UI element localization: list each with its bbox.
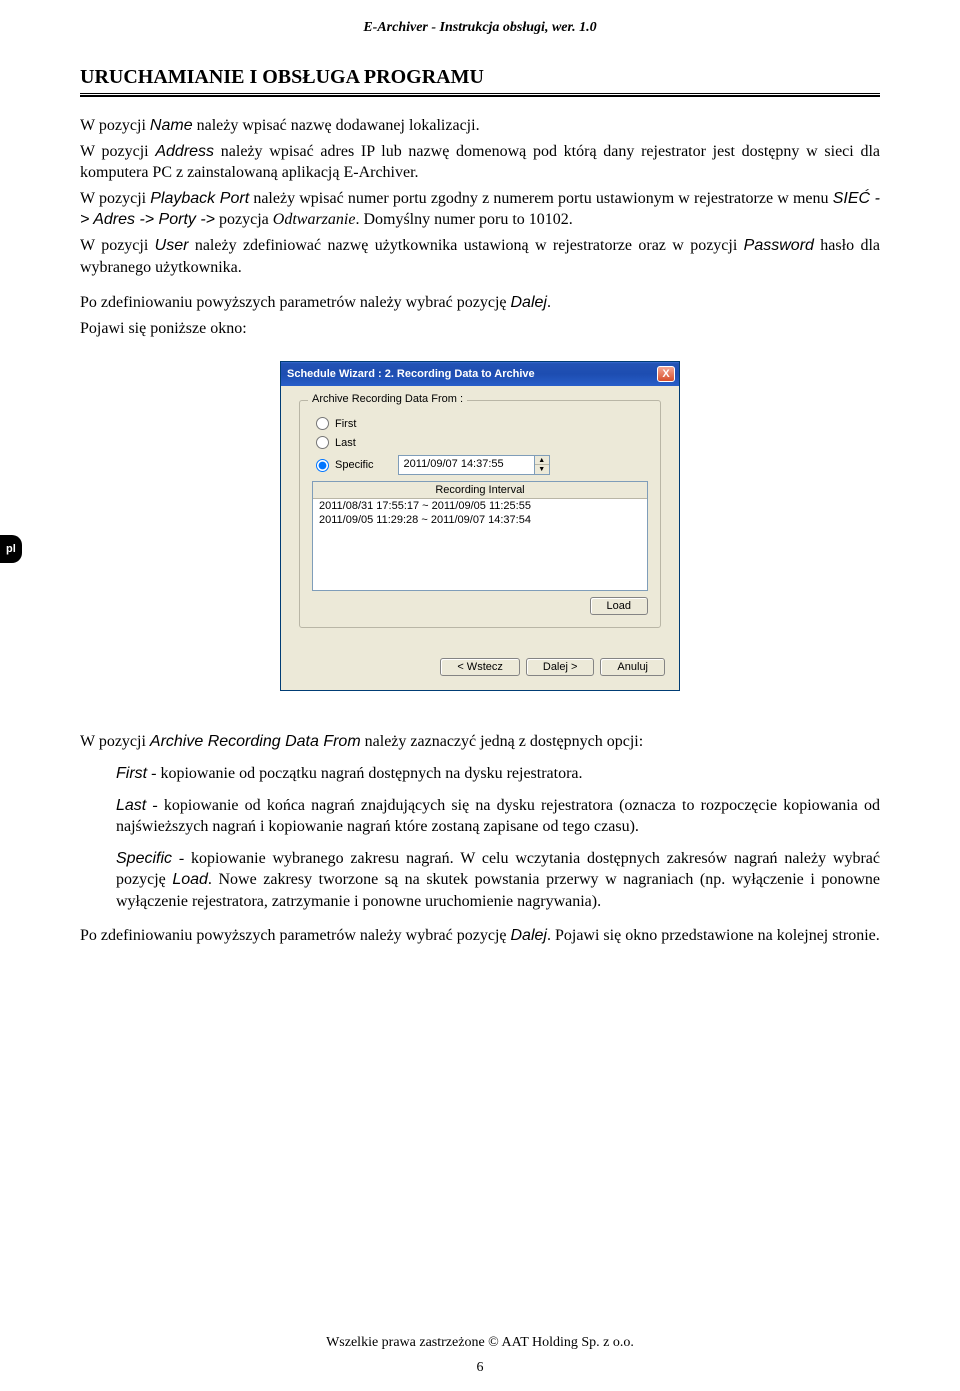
recording-interval-list[interactable]: Recording Interval 2011/08/31 17:55:17 ~… xyxy=(312,481,648,591)
cancel-button[interactable]: Anuluj xyxy=(600,658,665,676)
dialog-window: Schedule Wizard : 2. Recording Data to A… xyxy=(280,361,680,691)
document-footer: Wszelkie prawa zastrzeżone © AAT Holding… xyxy=(0,1335,960,1351)
lower-paragraphs: W pozycji Archive Recording Data From na… xyxy=(80,731,880,946)
back-button[interactable]: < Wstecz xyxy=(440,658,520,676)
paragraph-user: W pozycji User należy zdefiniować nazwę … xyxy=(80,235,880,278)
radio-specific[interactable]: Specific 2011/09/07 14:37:55 ▲ ▼ xyxy=(316,455,648,475)
radio-specific-label: Specific xyxy=(335,459,374,471)
option-first: First - kopiowanie od początku nagrań do… xyxy=(116,763,880,785)
chevron-down-icon[interactable]: ▼ xyxy=(535,465,549,474)
title-rule xyxy=(80,93,880,97)
options-intro: W pozycji Archive Recording Data From na… xyxy=(80,731,880,753)
radio-first[interactable]: First xyxy=(316,417,648,430)
paragraph-address: W pozycji Address należy wpisać adres IP… xyxy=(80,141,880,184)
chevron-up-icon[interactable]: ▲ xyxy=(535,456,549,465)
specific-datetime-field[interactable]: 2011/09/07 14:37:55 ▲ ▼ xyxy=(398,455,550,475)
field-password: Password xyxy=(744,237,814,254)
archive-from-group: Archive Recording Data From : First Last… xyxy=(299,400,661,628)
load-button[interactable]: Load xyxy=(590,597,648,615)
dialog-titlebar[interactable]: Schedule Wizard : 2. Recording Data to A… xyxy=(281,362,679,386)
radio-specific-input[interactable] xyxy=(316,459,329,472)
field-address: Address xyxy=(155,143,214,160)
spinner[interactable]: ▲ ▼ xyxy=(534,456,549,474)
language-tab: pl xyxy=(0,535,22,563)
section-title: URUCHAMIANIE I OBSŁUGA PROGRAMU xyxy=(80,66,880,89)
radio-last[interactable]: Last xyxy=(316,436,648,449)
dialog-title: Schedule Wizard : 2. Recording Data to A… xyxy=(287,368,535,380)
paragraph-name: W pozycji Name należy wpisać nazwę dodaw… xyxy=(80,115,880,137)
group-label: Archive Recording Data From : xyxy=(308,393,467,405)
radio-first-label: First xyxy=(335,418,356,430)
specific-datetime-value: 2011/09/07 14:37:55 xyxy=(399,456,534,474)
close-icon[interactable]: X xyxy=(657,366,675,382)
intro-paragraphs: W pozycji Name należy wpisać nazwę dodaw… xyxy=(80,115,880,339)
radio-last-label: Last xyxy=(335,437,356,449)
interval-row[interactable]: 2011/08/31 17:55:17 ~ 2011/09/05 11:25:5… xyxy=(313,499,647,513)
outro: Po zdefiniowaniu powyższych parametrów n… xyxy=(80,925,880,947)
paragraph-playback-port: W pozycji Playback Port należy wpisać nu… xyxy=(80,188,880,231)
interval-header: Recording Interval xyxy=(313,482,647,499)
option-last: Last - kopiowanie od końca nagrań znajdu… xyxy=(116,795,880,838)
document-header: E-Archiver - Instrukcja obsługi, wer. 1.… xyxy=(80,20,880,36)
interval-row[interactable]: 2011/09/05 11:29:28 ~ 2011/09/07 14:37:5… xyxy=(313,513,647,527)
option-specific: Specific - kopiowanie wybranego zakresu … xyxy=(116,848,880,913)
radio-last-input[interactable] xyxy=(316,436,329,449)
paragraph-next: Po zdefiniowaniu powyższych parametrów n… xyxy=(80,292,880,314)
next-button[interactable]: Dalej > xyxy=(526,658,595,676)
paragraph-window-intro: Pojawi się poniższe okno: xyxy=(80,318,880,340)
dialog-footer: < Wstecz Dalej > Anuluj xyxy=(281,648,679,690)
page-number: 6 xyxy=(0,1360,960,1376)
radio-first-input[interactable] xyxy=(316,417,329,430)
field-playback-port: Playback Port xyxy=(150,190,249,207)
field-name: Name xyxy=(150,117,193,134)
field-user: User xyxy=(155,237,189,254)
